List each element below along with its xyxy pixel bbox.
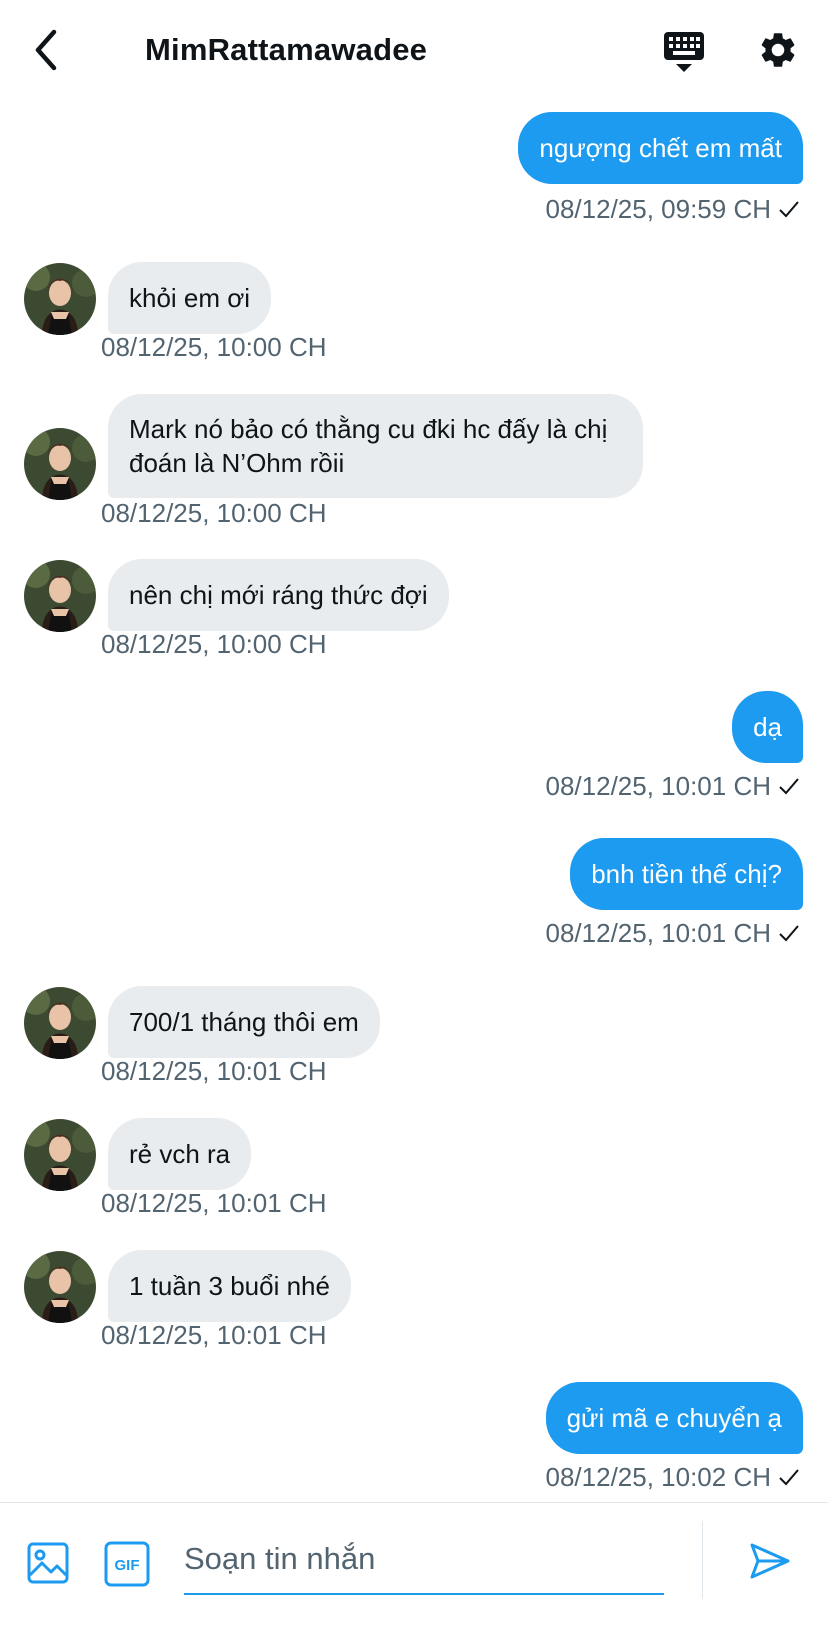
add-media-button[interactable]: [26, 1541, 70, 1585]
outgoing-message-bubble[interactable]: dạ: [732, 691, 803, 763]
message-timestamp: 08/12/25, 10:01 CH: [545, 771, 772, 801]
message-timestamp: 08/12/25, 10:02 CH: [545, 1462, 772, 1492]
outgoing-message-bubble[interactable]: gửi mã e chuyển ạ: [545, 1382, 803, 1454]
incoming-message-bubble[interactable]: 1 tuần 3 buổi nhé: [108, 1250, 351, 1322]
conversation-header: MimRattamawadee: [0, 0, 828, 100]
image-icon: [27, 1542, 69, 1584]
keyboard-icon: [664, 32, 704, 72]
gif-label: GIF: [115, 1557, 140, 1574]
avatar[interactable]: [24, 560, 96, 632]
back-button[interactable]: [26, 26, 66, 74]
send-button[interactable]: [748, 1539, 796, 1587]
gear-icon: [761, 33, 795, 67]
message-timestamp: 08/12/25, 10:00 CH: [101, 332, 327, 362]
avatar[interactable]: [24, 1251, 96, 1323]
message-timestamp: 08/12/25, 10:01 CH: [545, 918, 772, 948]
message-row: Mark nó bảo có thằng cu đki hc đấy là ch…: [0, 394, 828, 534]
keyboard-button[interactable]: [660, 26, 708, 76]
incoming-message-bubble[interactable]: khỏi em ơi: [108, 262, 272, 334]
message-input[interactable]: [184, 1525, 664, 1595]
message-list[interactable]: ngượng chết em mất 08/12/25, 09:59 CH kh…: [0, 100, 828, 1502]
message-timestamp: 08/12/25, 09:59 CH: [545, 194, 772, 224]
message-timestamp: 08/12/25, 10:01 CH: [101, 1320, 327, 1350]
message-row: rẻ vch ra 08/12/25, 10:01 CH: [0, 1118, 828, 1228]
message-timestamp: 08/12/25, 10:01 CH: [101, 1188, 327, 1218]
message-row: 700/1 tháng thôi em 08/12/25, 10:01 CH: [0, 986, 828, 1096]
incoming-message-bubble[interactable]: Mark nó bảo có thằng cu đki hc đấy là ch…: [108, 394, 643, 498]
message-row: nên chị mới ráng thức đợi 08/12/25, 10:0…: [0, 559, 828, 669]
read-check-icon: [779, 925, 799, 942]
composer-divider: [702, 1521, 703, 1599]
read-check-icon: [779, 778, 799, 795]
message-row: dạ 08/12/25, 10:01 CH: [0, 691, 828, 801]
message-timestamp: 08/12/25, 10:01 CH: [101, 1056, 327, 1086]
send-icon: [750, 1543, 790, 1579]
message-row: 1 tuần 3 buổi nhé 08/12/25, 10:01 CH: [0, 1250, 828, 1360]
avatar[interactable]: [24, 263, 96, 335]
message-timestamp: 08/12/25, 10:00 CH: [101, 629, 327, 659]
message-row: khỏi em ơi 08/12/25, 10:00 CH: [0, 262, 828, 372]
avatar[interactable]: [24, 428, 96, 500]
outgoing-message-bubble[interactable]: bnh tiền thế chị?: [570, 838, 803, 910]
incoming-message-bubble[interactable]: nên chị mới ráng thức đợi: [108, 559, 449, 631]
page-title: MimRattamawadee: [145, 32, 428, 67]
add-gif-button[interactable]: GIF: [104, 1541, 150, 1587]
read-check-icon: [779, 1469, 799, 1486]
message-row: bnh tiền thế chị? 08/12/25, 10:01 CH: [0, 838, 828, 948]
avatar[interactable]: [24, 987, 96, 1059]
message-row: ngượng chết em mất 08/12/25, 09:59 CH: [0, 112, 828, 224]
incoming-message-bubble[interactable]: 700/1 tháng thôi em: [108, 986, 380, 1058]
message-timestamp: 08/12/25, 10:00 CH: [101, 498, 327, 528]
message-row: gửi mã e chuyển ạ 08/12/25, 10:02 CH: [0, 1382, 828, 1492]
message-composer: GIF: [0, 1502, 828, 1632]
incoming-message-bubble[interactable]: rẻ vch ra: [108, 1118, 252, 1190]
avatar[interactable]: [24, 1119, 96, 1191]
read-check-icon: [779, 201, 799, 218]
outgoing-message-bubble[interactable]: ngượng chết em mất: [518, 112, 803, 184]
back-arrow-icon: [35, 29, 57, 71]
gif-icon: GIF: [104, 1541, 150, 1587]
settings-button[interactable]: [754, 26, 802, 74]
